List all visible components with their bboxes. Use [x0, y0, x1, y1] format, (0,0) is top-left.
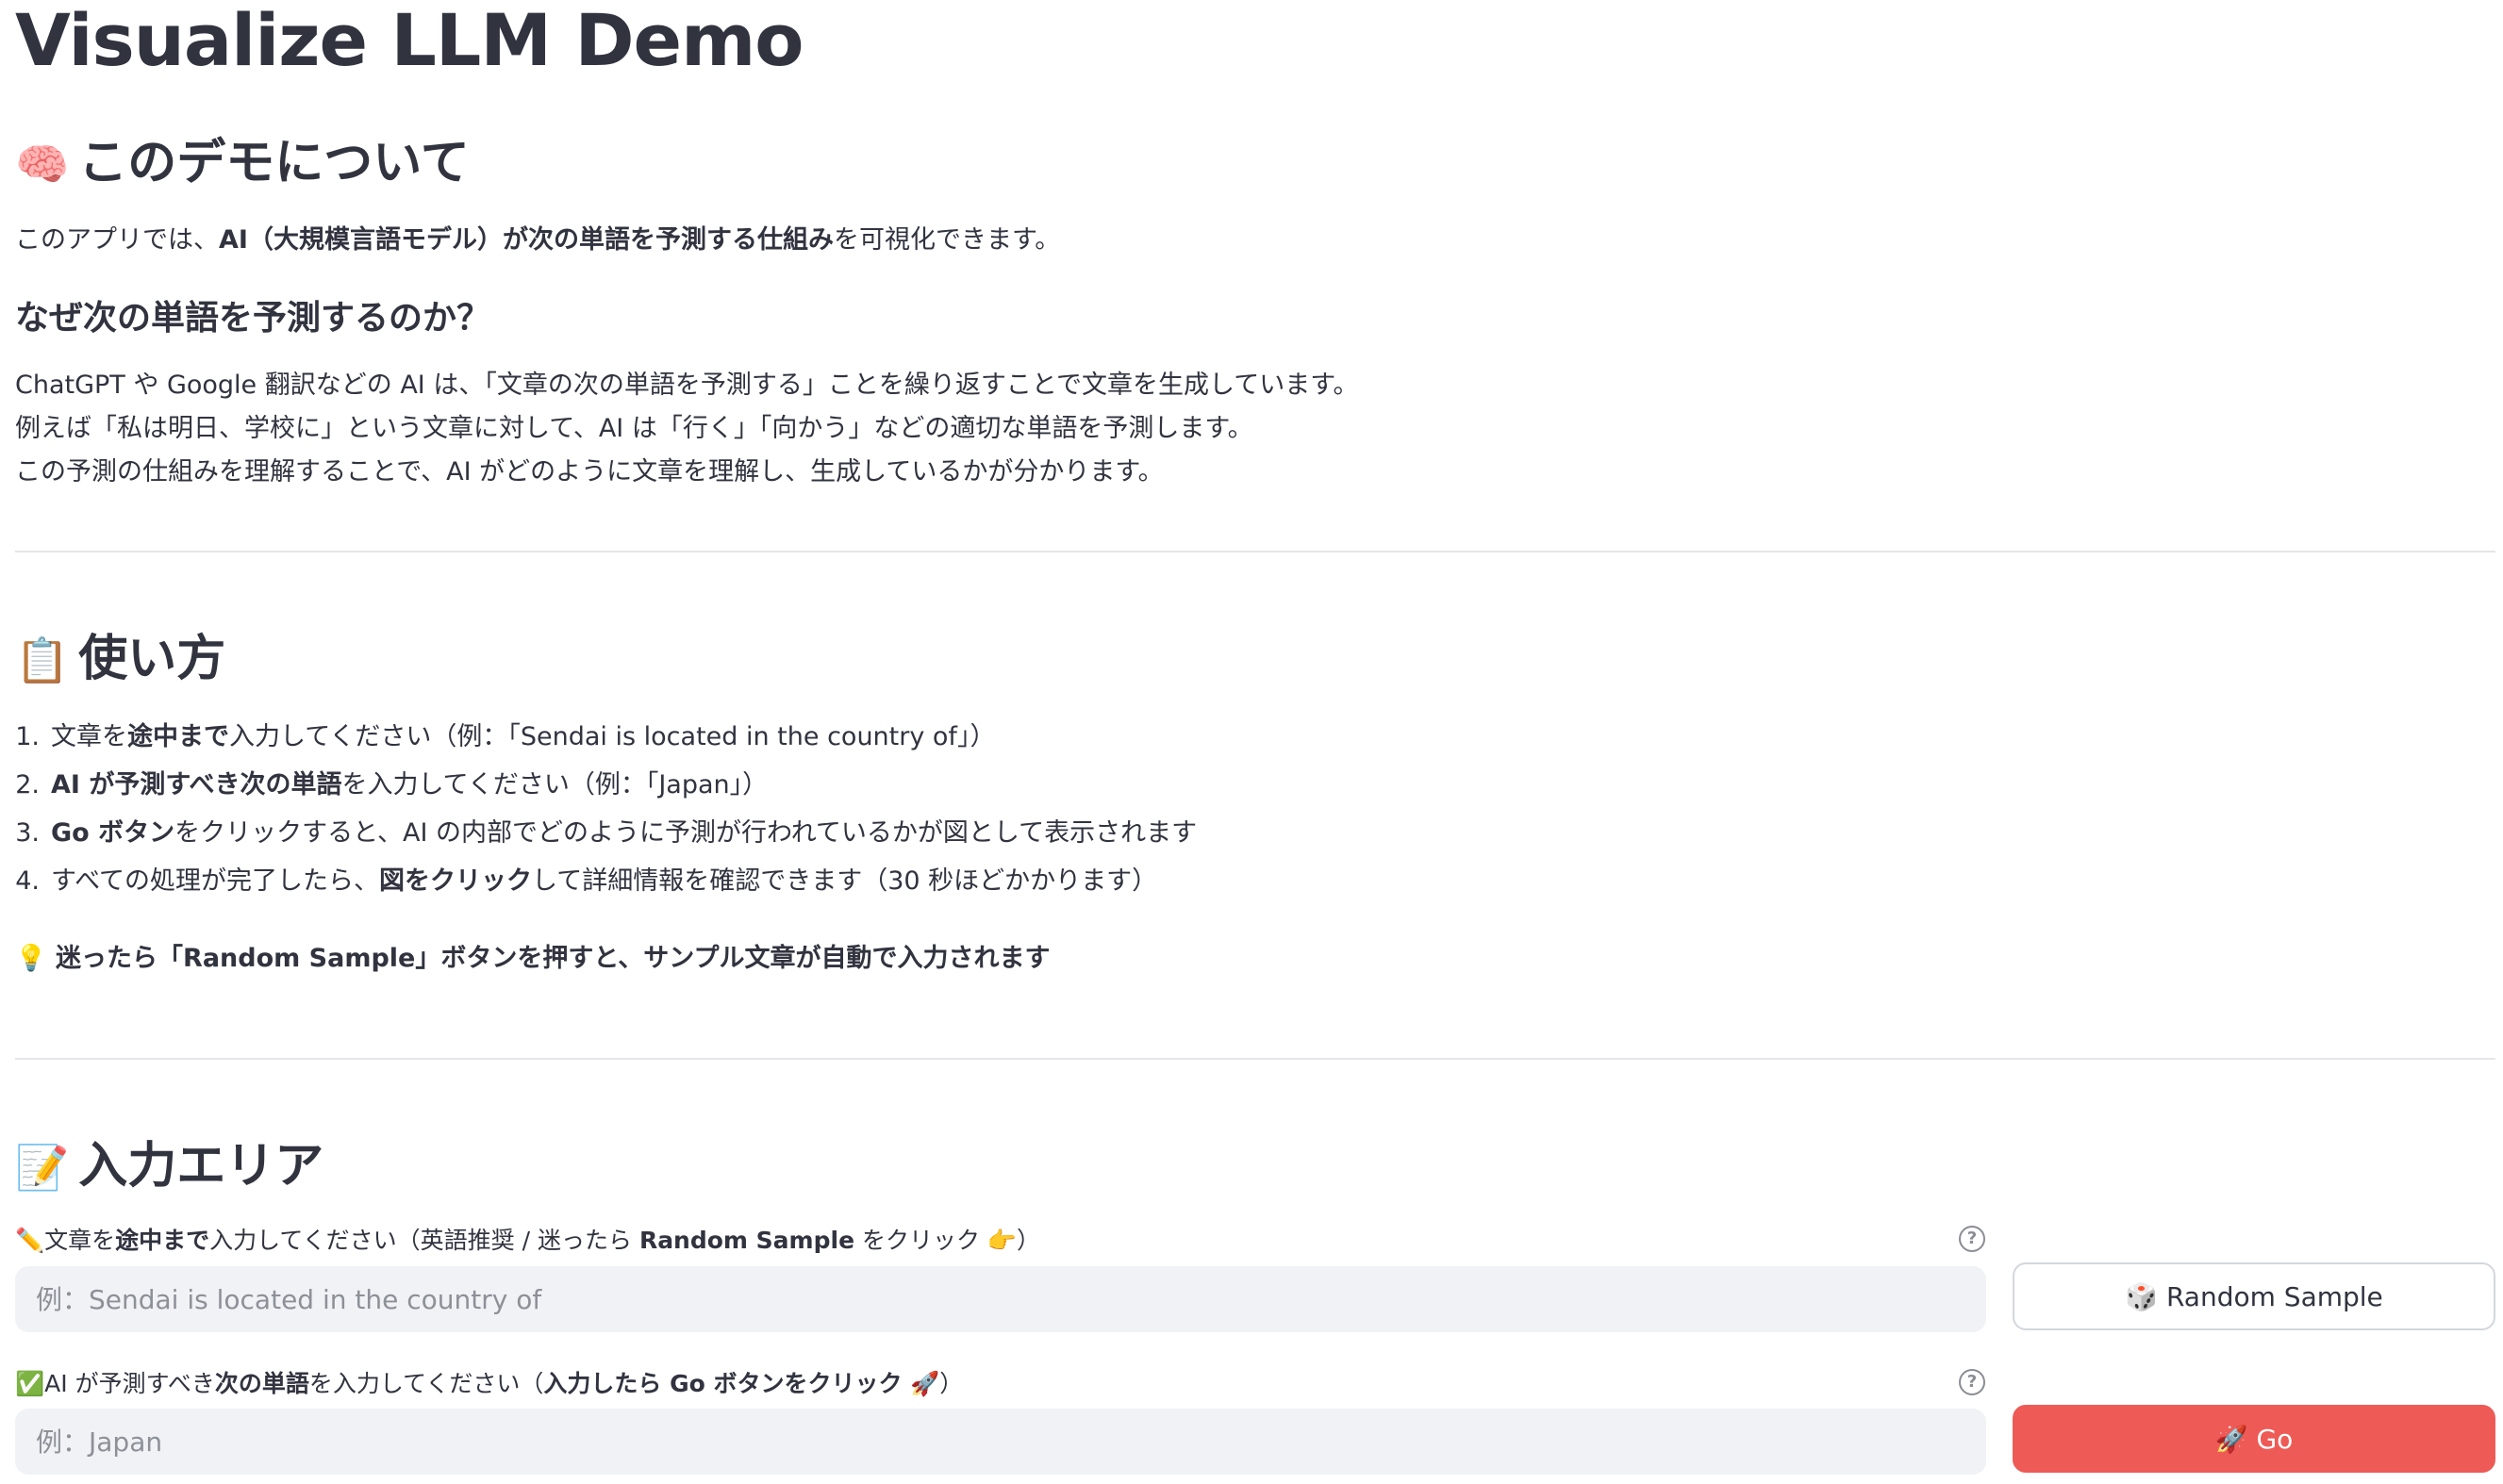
about-description: ChatGPT や Google 翻訳などの AI は、「文章の次の単語を予測す… — [15, 364, 1359, 494]
step-text: すべての処理が完了したら、 — [51, 866, 380, 896]
page-title: Visualize LLM Demo — [15, 0, 804, 82]
next-word-input[interactable] — [15, 1409, 1986, 1475]
step-bold: 途中まで — [127, 722, 229, 751]
sentence-input[interactable] — [15, 1266, 1986, 1332]
about-line: この予測の仕組みを理解することで、AI がどのように文章を理解し、生成しているか… — [15, 457, 1164, 486]
label-text: ） — [939, 1370, 964, 1397]
step-number: 3. — [15, 818, 40, 848]
about-intro-pre: このアプリでは、 — [15, 225, 219, 255]
label-bold: 途中まで — [115, 1227, 210, 1254]
input-area-heading-text: 入力エリア — [78, 1138, 324, 1195]
next-word-field-label: ✅AI が予測すべき次の単語を入力してください（入力したら Go ボタンをクリッ… — [15, 1365, 963, 1399]
usage-tip: 💡 迷ったら「Random Sample」ボタンを押すと、サンプル文章が自動で入… — [15, 937, 1050, 974]
about-heading-text: このデモについて — [78, 135, 470, 191]
section-divider — [15, 551, 2495, 552]
usage-steps: 1. 文章を途中まで入力してください（例：「Sendai is located i… — [0, 713, 1197, 905]
check-mark-icon: ✅ — [15, 1370, 45, 1397]
step-bold: Go ボタン — [51, 818, 175, 848]
help-icon[interactable]: ? — [1959, 1226, 1985, 1252]
label-text: 文章を — [44, 1227, 116, 1254]
step-bold: 図をクリック — [379, 866, 533, 896]
list-item: 1. 文章を途中まで入力してください（例：「Sendai is located i… — [0, 713, 1197, 761]
list-item: 2. AI が予測すべき次の単語を入力してください（例：「Japan」） — [0, 761, 1197, 809]
about-line: 例えば「私は明日、学校に」という文章に対して、AI は「行く」「向かう」などの適… — [15, 414, 1253, 443]
usage-heading-text: 使い方 — [78, 631, 226, 687]
lightbulb-icon: 💡 — [15, 944, 47, 973]
label-text: AI が予測すべき — [44, 1370, 215, 1397]
about-heading: 🧠 このデモについて — [15, 123, 470, 193]
about-line: ChatGPT や Google 翻訳などの AI は、「文章の次の単語を予測す… — [15, 371, 1359, 400]
random-sample-button[interactable]: 🎲 Random Sample — [2013, 1262, 2495, 1330]
step-number: 4. — [15, 866, 40, 896]
brain-icon: 🧠 — [15, 139, 70, 190]
clipboard-icon: 📋 — [15, 635, 70, 685]
go-button[interactable]: 🚀 Go — [2013, 1405, 2495, 1473]
step-text: して詳細情報を確認できます（30 秒ほどかかります） — [532, 866, 1158, 896]
section-divider — [15, 1058, 2495, 1060]
input-area-heading: 📝 入力エリア — [15, 1126, 323, 1196]
usage-heading: 📋 使い方 — [15, 618, 225, 689]
memo-icon: 📝 — [15, 1142, 70, 1193]
step-text: 入力してください（例：「Sendai is located in the cou… — [229, 722, 996, 751]
step-bold: AI が予測すべき次の単語 — [51, 770, 342, 800]
usage-tip-text: 迷ったら「Random Sample」ボタンを押すと、サンプル文章が自動で入力さ… — [56, 944, 1051, 973]
label-bold: 次の単語 — [214, 1370, 309, 1397]
help-icon[interactable]: ? — [1959, 1369, 1985, 1395]
main-page: Visualize LLM Demo 🧠 このデモについて このアプリでは、AI（… — [0, 0, 2503, 1484]
list-item: 4. すべての処理が完了したら、図をクリックして詳細情報を確認できます（30 秒ほ… — [0, 857, 1197, 905]
about-intro-post: を可視化できます。 — [833, 225, 1061, 255]
list-item: 3. Go ボタンをクリックすると、AI の内部でどのように予測が行われているかが… — [0, 809, 1197, 857]
label-text: を入力してください（ — [308, 1370, 544, 1397]
why-heading: なぜ次の単語を予測するのか？ — [15, 299, 491, 338]
about-intro-bold: AI（大規模言語モデル）が次の単語を予測する仕組み — [219, 225, 834, 255]
step-text: 文章を — [51, 722, 127, 751]
step-number: 2. — [15, 770, 40, 800]
label-text: 入力してください（英語推奨 / 迷ったら — [209, 1227, 639, 1254]
sentence-field-label: ✏️文章を途中まで入力してください（英語推奨 / 迷ったら Random Sam… — [15, 1222, 1040, 1256]
label-bold: Random Sample — [638, 1227, 855, 1254]
about-intro: このアプリでは、AI（大規模言語モデル）が次の単語を予測する仕組みを可視化できま… — [15, 219, 1060, 256]
label-text: をクリック 👉） — [854, 1227, 1041, 1254]
step-text: を入力してください（例：「Japan」） — [341, 770, 769, 800]
pencil-icon: ✏️ — [15, 1227, 45, 1254]
step-text: をクリックすると、AI の内部でどのように予測が行われているかが図として表示され… — [174, 818, 1198, 848]
label-bold: 入力したら Go ボタンをクリック 🚀 — [543, 1370, 940, 1397]
step-number: 1. — [15, 722, 40, 751]
